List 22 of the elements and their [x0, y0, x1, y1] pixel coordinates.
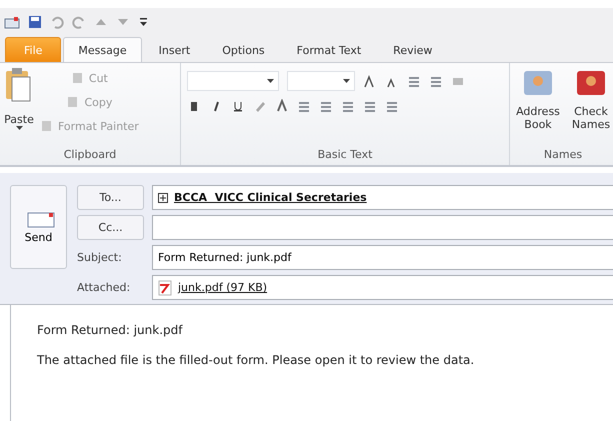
ribbon-tab[interactable]: Insert [144, 37, 206, 62]
subject-label: Subject: [77, 251, 123, 264]
cc-button[interactable]: Cc... [77, 215, 144, 240]
attached-label: Attached: [77, 281, 132, 294]
ribbon-tab[interactable]: Options [207, 37, 280, 62]
check-names-button[interactable]: Check Names [566, 67, 613, 144]
to-field[interactable]: BCCA VICC Clinical Secretaries [152, 185, 613, 210]
paste-button[interactable]: Paste [4, 67, 34, 144]
send-button[interactable]: Send [10, 185, 67, 269]
ribbon-tab[interactable]: Format Text [282, 37, 376, 62]
group-label: Clipboard [62, 148, 118, 163]
ribbon-tab[interactable]: Review [378, 37, 448, 62]
recipient-link[interactable]: BCCA VICC Clinical Secretaries [174, 191, 367, 204]
message-text: The attached file is the filled-out form. Please open it to review the data. [37, 353, 476, 367]
message-text: Form Returned: junk.pdf [37, 323, 184, 337]
ribbon-tab[interactable]: Message [63, 37, 142, 62]
address-book-button[interactable]: Address Book [514, 67, 562, 144]
group-label: Names [542, 148, 584, 163]
subject-field[interactable]: Form Returned: junk.pdf [152, 245, 613, 270]
to-button[interactable]: To... [77, 185, 144, 210]
group-label: Basic Text [316, 148, 374, 163]
attachment-link[interactable]: junk.pdf (97 KB) [178, 281, 268, 294]
